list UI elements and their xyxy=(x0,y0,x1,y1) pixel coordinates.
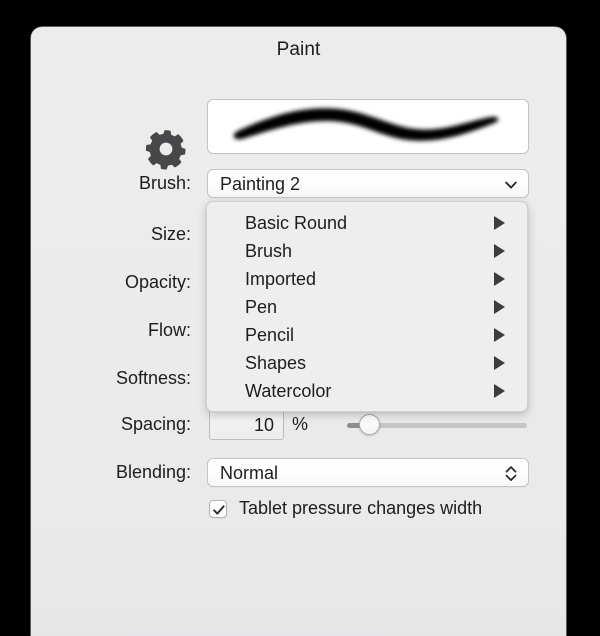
page-title: Paint xyxy=(276,39,321,60)
tablet-pressure-label: Tablet pressure changes width xyxy=(239,498,483,518)
brush-category-menu[interactable]: Basic Round Brush Imported Pen Pencil Sh… xyxy=(206,201,528,412)
menu-item-label: Basic Round xyxy=(245,212,348,233)
menu-item-pencil[interactable]: Pencil xyxy=(207,321,527,349)
menu-item-label: Imported xyxy=(245,268,317,289)
triangle-right-icon xyxy=(494,328,505,342)
triangle-right-icon xyxy=(494,244,505,258)
menu-item-label: Brush xyxy=(245,240,293,261)
chevron-up-down-icon xyxy=(503,464,519,483)
gear-icon[interactable] xyxy=(143,125,189,173)
blending-value: Normal xyxy=(220,463,279,483)
spacing-value: 10 xyxy=(253,415,274,435)
brush-stroke-preview[interactable] xyxy=(207,99,529,154)
blending-label: Blending: xyxy=(115,462,191,482)
menu-item-imported[interactable]: Imported xyxy=(207,265,527,293)
menu-item-label: Shapes xyxy=(245,352,307,373)
brush-label: Brush: xyxy=(138,173,191,193)
triangle-right-icon xyxy=(494,216,505,230)
size-label: Size: xyxy=(150,224,191,244)
tablet-pressure-checkbox[interactable] xyxy=(209,499,227,518)
menu-item-label: Pencil xyxy=(245,324,295,345)
triangle-right-icon xyxy=(494,384,505,398)
spacing-slider[interactable] xyxy=(347,414,527,437)
blending-popup-button[interactable]: Normal xyxy=(207,458,529,487)
menu-item-brush[interactable]: Brush xyxy=(207,237,527,265)
softness-label: Softness: xyxy=(115,368,191,388)
menu-item-watercolor[interactable]: Watercolor xyxy=(207,377,527,405)
brush-combo-value: Painting 2 xyxy=(220,174,301,194)
flow-label: Flow: xyxy=(147,320,191,340)
opacity-label: Opacity: xyxy=(124,272,191,292)
menu-item-basic-round[interactable]: Basic Round xyxy=(207,209,527,237)
paint-panel: Paint Brush: Painting 2 Size: Opacity: F… xyxy=(31,27,566,636)
spacing-input[interactable]: 10 xyxy=(209,410,284,440)
chevron-down-icon xyxy=(503,177,519,193)
checkmark-icon xyxy=(213,504,225,515)
menu-item-label: Pen xyxy=(245,296,278,317)
menu-item-shapes[interactable]: Shapes xyxy=(207,349,527,377)
menu-item-label: Watercolor xyxy=(245,380,332,401)
brush-combo-box[interactable]: Painting 2 xyxy=(207,169,529,198)
slider-knob[interactable] xyxy=(359,414,380,435)
screen: Paint Brush: Painting 2 Size: Opacity: F… xyxy=(0,0,600,636)
triangle-right-icon xyxy=(494,300,505,314)
tablet-pressure-row[interactable]: Tablet pressure changes width xyxy=(209,498,482,519)
triangle-right-icon xyxy=(494,272,505,286)
triangle-right-icon xyxy=(494,356,505,370)
spacing-unit: % xyxy=(292,414,309,434)
menu-item-pen[interactable]: Pen xyxy=(207,293,527,321)
spacing-label: Spacing: xyxy=(120,414,191,434)
